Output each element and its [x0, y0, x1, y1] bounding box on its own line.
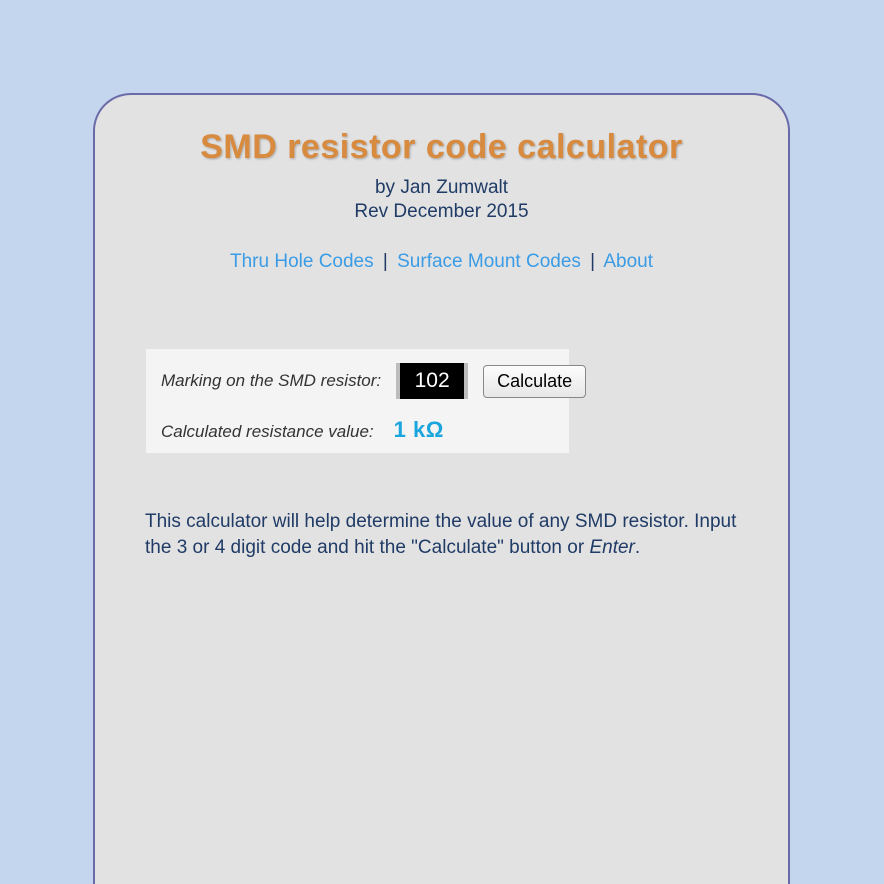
- marking-input[interactable]: [396, 363, 468, 399]
- nav-about[interactable]: About: [603, 251, 653, 272]
- description-text: This calculator will help determine the …: [145, 509, 738, 560]
- input-row: Marking on the SMD resistor: Calculate: [161, 363, 554, 399]
- result-label: Calculated resistance value:: [161, 422, 374, 442]
- page-title: SMD resistor code calculator: [145, 128, 738, 167]
- author-line: by Jan Zumwalt: [145, 177, 738, 199]
- nav-links: Thru Hole Codes | Surface Mount Codes | …: [145, 251, 738, 273]
- result-row: Calculated resistance value: 1 kΩ: [161, 417, 554, 443]
- smd-input-wrap: [396, 363, 468, 399]
- result-value: 1 kΩ: [394, 417, 444, 443]
- description-part1: This calculator will help determine the …: [145, 511, 736, 558]
- calculate-button[interactable]: Calculate: [483, 365, 586, 398]
- nav-thru-hole[interactable]: Thru Hole Codes: [230, 251, 374, 272]
- nav-separator: |: [590, 251, 595, 272]
- description-enter: Enter: [589, 537, 634, 558]
- marking-label: Marking on the SMD resistor:: [161, 371, 381, 391]
- main-panel: SMD resistor code calculator by Jan Zumw…: [93, 93, 790, 884]
- revision-line: Rev December 2015: [145, 201, 738, 223]
- nav-surface-mount[interactable]: Surface Mount Codes: [397, 251, 581, 272]
- nav-separator: |: [383, 251, 388, 272]
- calculator-box: Marking on the SMD resistor: Calculate C…: [145, 348, 570, 454]
- description-part2: .: [635, 537, 640, 558]
